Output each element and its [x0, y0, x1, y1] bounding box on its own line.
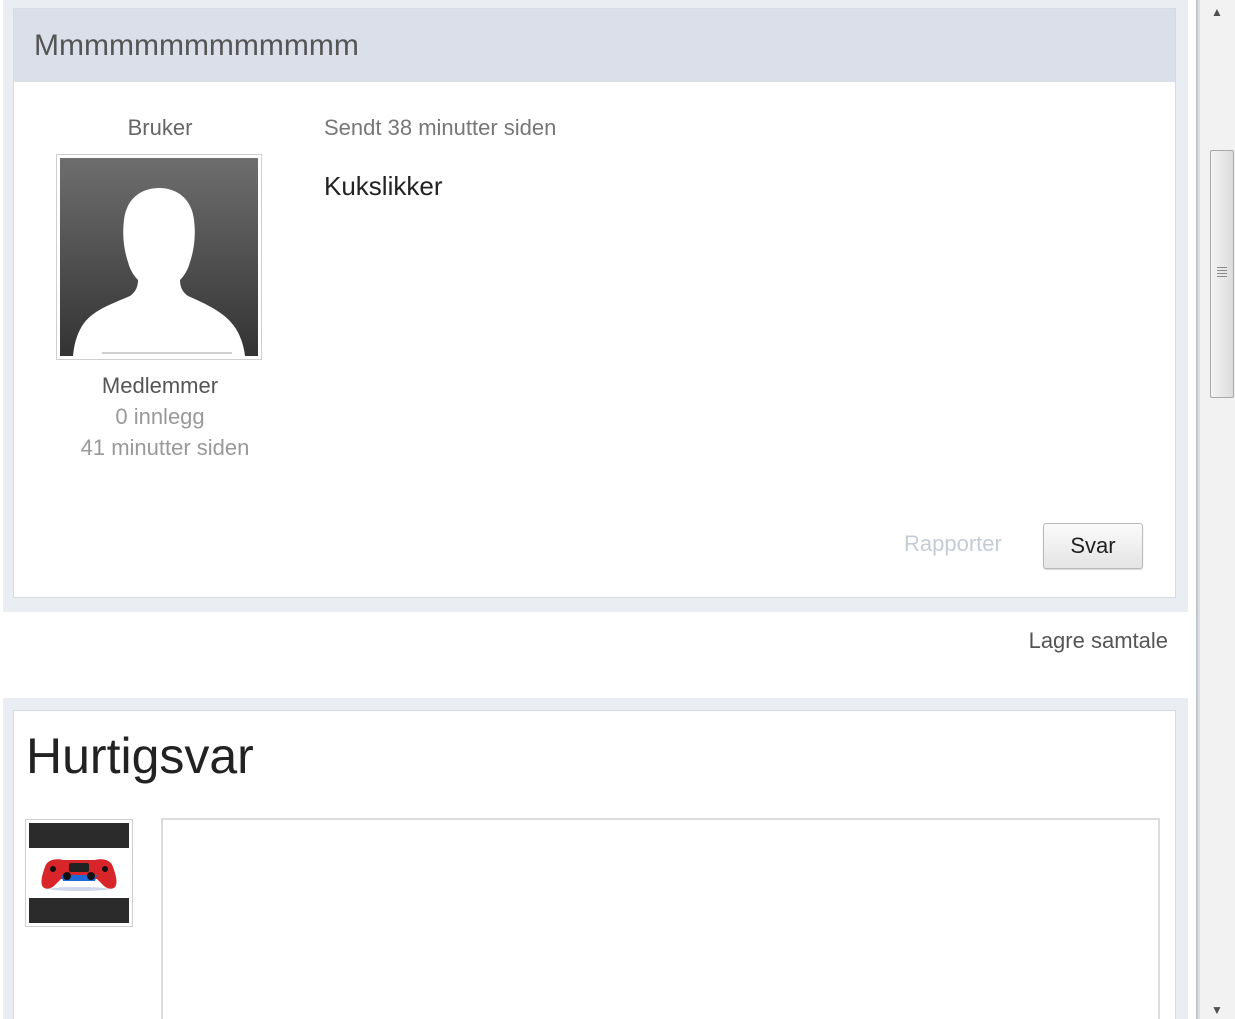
save-conversation-link[interactable]: Lagre samtale: [1029, 628, 1168, 654]
reply-button[interactable]: Svar: [1043, 523, 1143, 569]
message-body: Kukslikker: [324, 171, 443, 201]
message-subject: Mmmmmmmmmmmmm: [34, 29, 359, 62]
message-header: Mmmmmmmmmmmmm: [14, 9, 1175, 82]
thumb-grip-line: [1217, 267, 1227, 268]
message-card: Mmmmmmmmmmmmm Bruker Medlemmer 0 innlegg…: [13, 8, 1176, 598]
sent-timestamp: Sendt 38 minutter siden: [324, 115, 557, 140]
scroll-up-arrow-icon[interactable]: ▲: [1211, 6, 1223, 18]
author-last-seen: 41 minutter siden: [80, 435, 250, 460]
quick-reply-textarea[interactable]: [161, 818, 1160, 1019]
author-post-count: 0 innlegg: [115, 404, 205, 429]
quick-reply-title: Hurtigsvar: [26, 728, 254, 784]
current-user-avatar[interactable]: [25, 819, 133, 927]
quick-reply-card: Hurtigsvar: [13, 710, 1176, 1019]
report-link[interactable]: Rapporter: [904, 531, 1002, 557]
scroll-down-arrow-icon[interactable]: ▼: [1211, 1004, 1223, 1016]
thumb-grip-line: [1217, 270, 1227, 271]
author-name[interactable]: Bruker: [14, 115, 306, 141]
scrollbar-thumb[interactable]: [1210, 150, 1234, 398]
author-avatar[interactable]: [56, 154, 262, 360]
vertical-scrollbar[interactable]: ▲ ▼: [1199, 0, 1235, 1019]
game-controller-icon: [29, 823, 129, 923]
thumb-grip-line: [1217, 273, 1227, 274]
default-user-silhouette-icon: [60, 158, 258, 356]
page: Mmmmmmmmmmmmm Bruker Medlemmer 0 innlegg…: [0, 0, 1235, 1019]
thumb-grip-line: [1217, 276, 1227, 277]
author-role: Medlemmer: [101, 373, 219, 398]
